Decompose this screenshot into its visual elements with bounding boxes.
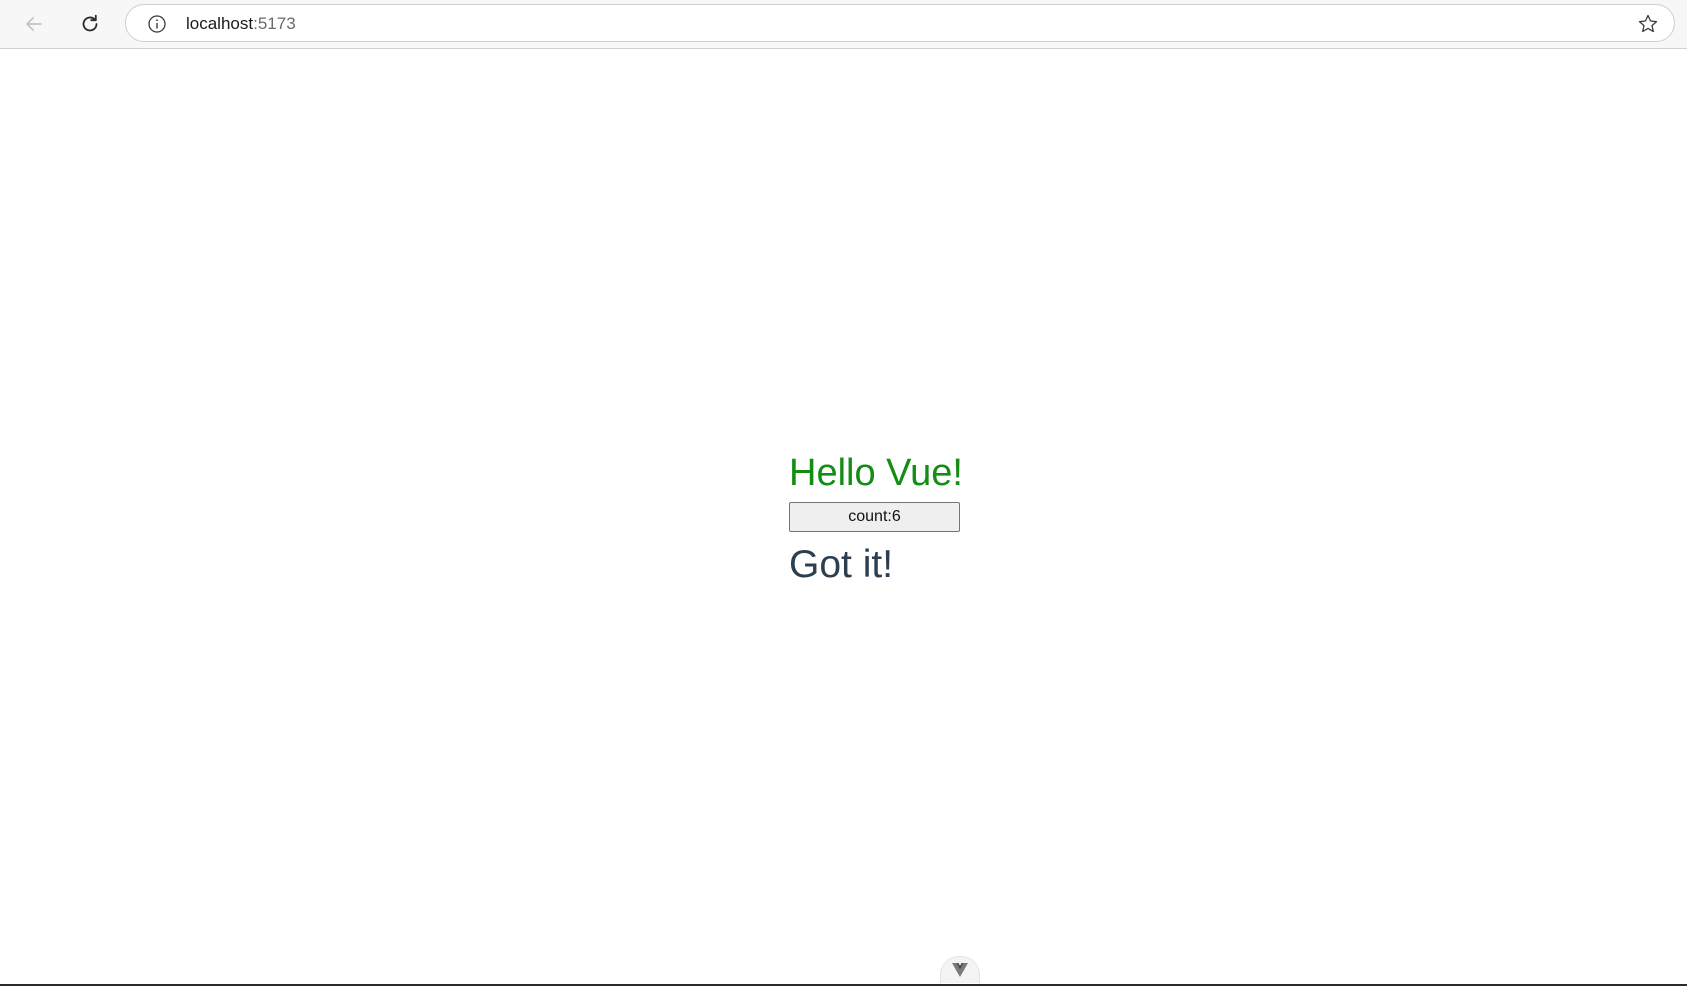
got-it-message: Got it! (789, 543, 894, 586)
vue-logo-icon (952, 963, 968, 977)
reload-icon (82, 14, 98, 32)
back-arrow-icon (26, 17, 42, 31)
url-text[interactable]: localhost:5173 (186, 15, 296, 33)
star-icon (1638, 14, 1658, 33)
app-root: Hello Vue! count:6 Got it! (789, 450, 963, 588)
url-host: localhost (186, 14, 254, 33)
bookmark-button[interactable] (1636, 12, 1660, 36)
url-port: :5173 (253, 14, 296, 33)
greeting-heading: Hello Vue! (789, 452, 963, 494)
address-bar[interactable]: localhost:5173 (125, 4, 1675, 42)
info-icon (148, 15, 166, 33)
vue-devtools-toggle[interactable] (940, 956, 980, 983)
back-button[interactable] (18, 8, 50, 40)
site-info-button[interactable] (146, 13, 168, 35)
count-button[interactable]: count:6 (789, 502, 960, 532)
browser-toolbar: localhost:5173 (0, 0, 1687, 49)
reload-button[interactable] (74, 8, 106, 40)
